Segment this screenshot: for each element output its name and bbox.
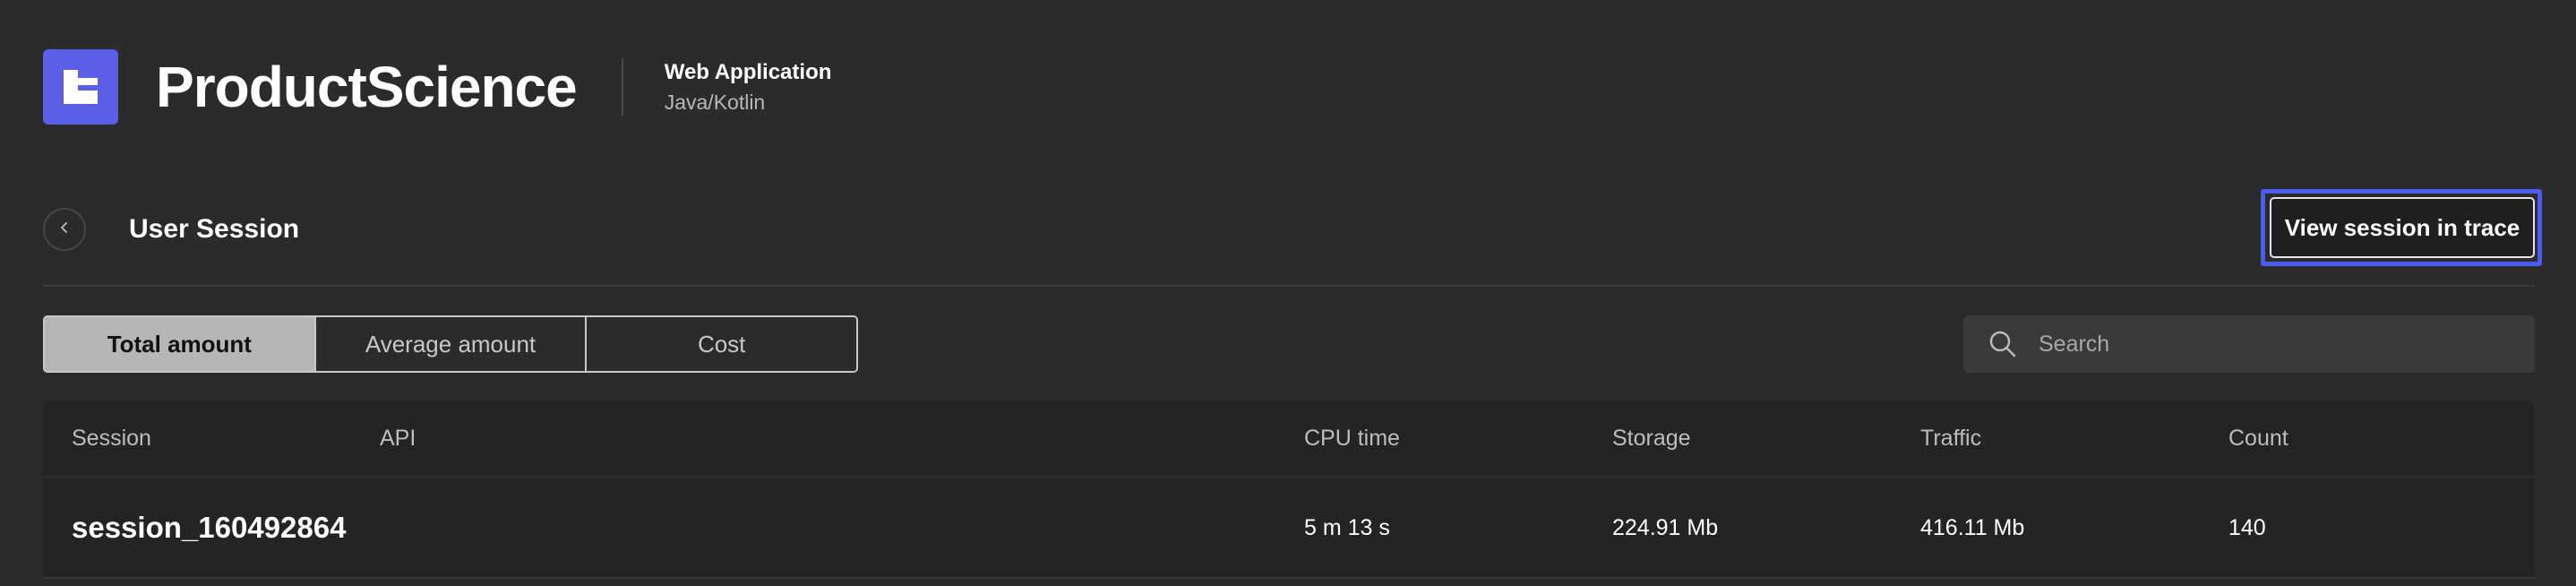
tab-total-amount[interactable]: Total amount	[45, 317, 316, 371]
app-language: Java/Kotlin	[664, 90, 766, 114]
column-header-session[interactable]: Session	[72, 401, 151, 475]
app-root: ProductScience Web Application Java/Kotl…	[0, 0, 2576, 586]
view-session-in-trace-button[interactable]: View session in trace	[2270, 197, 2535, 258]
tab-average-amount[interactable]: Average amount	[315, 317, 588, 371]
app-info: Web Application Java/Kotlin	[665, 60, 832, 115]
chevron-left-icon	[57, 220, 72, 239]
brand-name: ProductScience	[156, 55, 578, 119]
count-cell: 140	[2228, 514, 2266, 540]
app-header: ProductScience Web Application Java/Kotl…	[43, 49, 831, 125]
session-id-cell: session_160492864	[72, 511, 347, 544]
table-header: Session API CPU time Storage Traffic Cou…	[43, 401, 2535, 475]
storage-cell: 224.91 Mb	[1612, 514, 1719, 540]
search-box	[1963, 315, 2535, 373]
search-icon	[1987, 328, 2019, 360]
column-header-storage[interactable]: Storage	[1612, 401, 1691, 475]
search-input[interactable]	[2039, 331, 2504, 358]
tab-cost[interactable]: Cost	[587, 317, 856, 371]
back-button[interactable]	[43, 208, 86, 251]
traffic-cell: 416.11 Mb	[1920, 514, 2025, 540]
column-header-count[interactable]: Count	[2228, 401, 2288, 475]
cpu-time-cell: 5 m 13 s	[1304, 514, 1390, 540]
app-type: Web Application	[664, 59, 832, 84]
table-row[interactable]: session_160492864 5 m 13 s 224.91 Mb 416…	[43, 478, 2535, 579]
column-header-cpu-time[interactable]: CPU time	[1304, 401, 1400, 475]
header-separator	[43, 285, 2535, 287]
brand-divider	[621, 58, 623, 116]
session-bar: User Session	[43, 203, 299, 256]
column-header-api[interactable]: API	[380, 401, 416, 475]
logo-icon	[43, 49, 118, 125]
sessions-table: Session API CPU time Storage Traffic Cou…	[43, 401, 2535, 579]
page-title: User Session	[129, 214, 300, 244]
metric-tabs: Total amount Average amount Cost	[43, 315, 858, 373]
column-header-traffic[interactable]: Traffic	[1920, 401, 1981, 475]
